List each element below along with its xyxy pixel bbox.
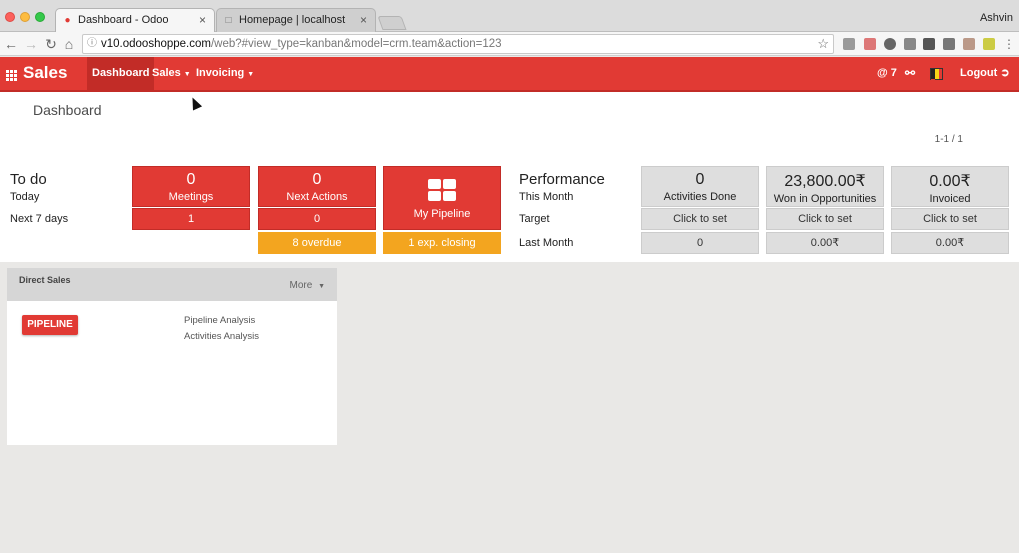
won-opportunities-tile: 23,800.00₹ Won in Opportunities — [766, 166, 884, 207]
invoiced-tile: 0.00₹ Invoiced — [891, 166, 1009, 207]
extension-icon[interactable] — [904, 38, 916, 50]
caret-down-icon: ▼ — [318, 283, 325, 290]
pager-value[interactable]: 1-1 / 1 — [935, 134, 963, 145]
caret-down-icon: ▼ — [247, 71, 255, 78]
forward-arrow-icon[interactable]: → — [22, 35, 40, 53]
meetings-label: Meetings — [168, 191, 214, 203]
menu-dashboard[interactable]: Dashboard — [87, 57, 155, 90]
close-tab-icon[interactable]: × — [360, 13, 367, 27]
browser-profile-name[interactable]: Ashvin — [980, 12, 1013, 24]
extension-icon[interactable] — [864, 38, 876, 50]
browser-menu-icon[interactable]: ⋮ — [1000, 35, 1018, 53]
meetings-today-value: 0 — [186, 171, 196, 188]
info-icon[interactable]: ⓘ — [87, 35, 97, 53]
won-opportunities-value: 23,800.00₹ — [784, 173, 866, 190]
activities-done-value: 0 — [695, 171, 705, 188]
overdue-badge[interactable]: 8 overdue — [258, 232, 376, 254]
window-close-button[interactable] — [5, 12, 15, 22]
tab-title: Homepage | localhost — [239, 14, 346, 26]
home-icon[interactable]: ⌂ — [60, 35, 78, 53]
next-actions-next7-value[interactable]: 0 — [258, 208, 376, 230]
activities-done-tile: 0 Activities Done — [641, 166, 759, 207]
invoiced-value: 0.00₹ — [929, 173, 971, 190]
close-tab-icon[interactable]: × — [199, 13, 206, 27]
menu-label: Invoicing — [196, 67, 245, 79]
sales-team-card: Direct Sales More ▼ — [7, 268, 337, 445]
tab-title: Dashboard - Odoo — [78, 14, 169, 26]
extension-icon[interactable] — [843, 38, 855, 50]
caret-down-icon: ▼ — [183, 71, 191, 78]
logout-button[interactable]: Logout ➲ — [960, 57, 1010, 90]
page-favicon-icon: □ — [225, 15, 232, 26]
extension-icon[interactable] — [884, 38, 896, 50]
odoo-main-navbar: Sales Dashboard Sales ▼ Invoicing ▼ @ 7 ⚯ … — [0, 57, 1019, 92]
last-month-label: Last Month — [519, 237, 574, 249]
extension-icon[interactable] — [983, 38, 995, 50]
breadcrumb: Dashboard — [33, 102, 102, 118]
expected-closing-badge[interactable]: 1 exp. closing — [383, 232, 501, 254]
extension-icon[interactable] — [963, 38, 975, 50]
sales-team-name[interactable]: Direct Sales — [19, 275, 71, 285]
activities-done-label: Activities Done — [663, 191, 737, 203]
menu-invoicing[interactable]: Invoicing ▼ — [191, 57, 259, 90]
app-title[interactable]: Sales — [23, 63, 67, 83]
apps-grid-icon[interactable] — [6, 70, 17, 81]
logout-label: Logout — [960, 67, 998, 79]
more-dropdown[interactable]: More ▼ — [289, 280, 325, 291]
activities-target-button[interactable]: Click to set — [641, 208, 759, 230]
todo-next7-label: Next 7 days — [10, 213, 69, 225]
menu-label: Dashboard — [92, 67, 150, 79]
invoiced-last-month-value: 0.00₹ — [891, 232, 1009, 254]
todo-title: To do — [10, 171, 47, 188]
tab-dashboard-odoo[interactable]: ● Dashboard - Odoo × — [55, 8, 215, 32]
won-opportunities-label: Won in Opportunities — [773, 193, 877, 205]
todo-today-label: Today — [10, 191, 40, 203]
mentions-counter[interactable]: @ 7 — [877, 57, 897, 90]
won-target-button[interactable]: Click to set — [766, 208, 884, 230]
activities-last-month-value: 0 — [641, 232, 759, 254]
url-host: v10.odooshoppe.com — [101, 38, 211, 50]
card-header: Direct Sales More ▼ — [7, 268, 337, 301]
next-actions-today-value: 0 — [312, 171, 322, 188]
won-last-month-value: 0.00₹ — [766, 232, 884, 254]
meetings-next7-value[interactable]: 1 — [132, 208, 250, 230]
target-label: Target — [519, 213, 550, 225]
logout-icon: ➲ — [1000, 67, 1010, 79]
browser-tab-bar: ● Dashboard - Odoo × □ Homepage | localh… — [0, 0, 1019, 32]
activities-analysis-link[interactable]: Activities Analysis — [184, 331, 259, 342]
meetings-tile[interactable]: 0 Meetings — [132, 166, 250, 207]
next-actions-tile[interactable]: 0 Next Actions — [258, 166, 376, 207]
this-month-label: This Month — [519, 191, 574, 203]
chat-bubbles-icon[interactable]: ⚯ — [905, 57, 915, 90]
window-minimize-button[interactable] — [20, 12, 30, 22]
menu-sales[interactable]: Sales ▼ — [147, 57, 196, 90]
next-actions-label: Next Actions — [286, 191, 348, 203]
more-label: More — [289, 280, 313, 291]
invoiced-target-button[interactable]: Click to set — [891, 208, 1009, 230]
browser-address-bar: ← → ↻ ⌂ ⓘ v10.odooshoppe.com/web?#view_t… — [0, 32, 1019, 56]
pipeline-button[interactable]: PIPELINE — [22, 315, 78, 335]
menu-label: Sales — [152, 67, 181, 79]
new-tab-button[interactable] — [377, 16, 407, 30]
url-path: /web?#view_type=kanban&model=crm.team&ac… — [210, 38, 502, 50]
my-pipeline-label: My Pipeline — [413, 208, 471, 220]
tab-homepage-localhost[interactable]: □ Homepage | localhost × — [216, 8, 376, 32]
back-arrow-icon[interactable]: ← — [2, 35, 20, 53]
odoo-favicon-icon: ● — [64, 15, 71, 26]
pipeline-analysis-link[interactable]: Pipeline Analysis — [184, 315, 255, 326]
language-flag-icon[interactable] — [930, 68, 943, 89]
performance-title: Performance — [519, 171, 605, 188]
window-maximize-button[interactable] — [35, 12, 45, 22]
extension-icon[interactable] — [923, 38, 935, 50]
kanban-grid-icon — [428, 179, 456, 201]
reload-icon[interactable]: ↻ — [42, 35, 60, 53]
invoiced-label: Invoiced — [929, 193, 971, 205]
url-input[interactable]: ⓘ v10.odooshoppe.com/web?#view_type=kanb… — [82, 34, 834, 54]
bookmark-star-icon[interactable]: ☆ — [817, 35, 829, 53]
extension-icon[interactable] — [943, 38, 955, 50]
